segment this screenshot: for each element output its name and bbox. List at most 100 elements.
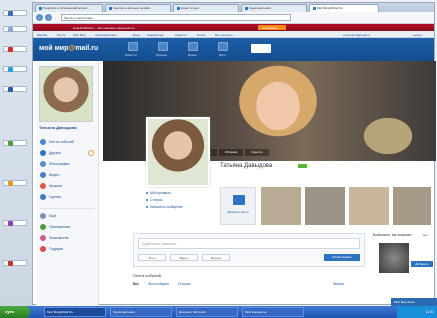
logout-link[interactable]: выход <box>413 33 422 37</box>
sidebar-avatar[interactable] <box>39 66 93 122</box>
portal-link[interactable]: Все проекты <box>215 33 233 37</box>
cover-delete-button[interactable]: Удалить <box>245 149 269 156</box>
tab-bar: Подписки и облагающий вопрос… Смотреть ф… <box>33 3 434 12</box>
profile-link[interactable]: Статусы <box>146 198 216 205</box>
notification-badge <box>88 150 94 156</box>
attach-photo-button[interactable]: Фото <box>138 254 166 261</box>
computer-icon <box>8 11 13 16</box>
see-all-link[interactable]: все <box>423 233 428 237</box>
header-nav-label: Фото <box>219 53 226 57</box>
desktop-icon[interactable] <box>3 26 27 32</box>
sidebar-item-friends[interactable]: Друзья <box>39 149 96 158</box>
desktop-icon[interactable] <box>3 260 27 266</box>
portal-link[interactable]: Mail.Ru <box>37 33 47 37</box>
desktop-icon[interactable] <box>3 66 27 72</box>
newsfeed-icon <box>40 139 46 145</box>
sidebar-item-newsfeed[interactable]: Лента событий <box>39 138 96 147</box>
promo-bar: Новый Mail.Ru — все письма в одном месте… <box>33 24 434 31</box>
photo-icon[interactable] <box>218 42 228 51</box>
sidebar-item-dating[interactable]: Знакомства <box>39 234 96 243</box>
skype-icon <box>8 67 13 72</box>
sidebar-user-name[interactable]: Татьяна Давыдова <box>39 125 97 130</box>
favicon-icon <box>313 6 316 10</box>
profile-link[interactable]: Написать сообщение <box>146 205 216 212</box>
browser-tab[interactable]: Подписки и облагающий вопрос… <box>35 4 103 12</box>
post-input[interactable]: Поделитесь новостью… <box>138 238 360 249</box>
address-bar: ‹ › http://my.mail.ru/mail/… <box>33 12 434 24</box>
user-email[interactable]: t.davydova@mail.ru <box>343 33 370 37</box>
taskbar: пуск Мой Мир@Mail.Ru… Одноклассники… Док… <box>0 306 437 318</box>
suggested-person-avatar[interactable] <box>379 243 409 273</box>
chat-agent-bar[interactable]: Мой Мир Агент <box>391 298 437 306</box>
attach-video-button[interactable]: Видео <box>170 254 198 261</box>
taskbar-item[interactable]: Одноклассники… <box>110 307 172 317</box>
back-button[interactable]: ‹ <box>36 14 43 21</box>
taskbar-item[interactable]: Документ Microsoft… <box>176 307 238 317</box>
dating-icon <box>40 235 46 241</box>
tab-all[interactable]: Все <box>133 282 139 286</box>
news-icon[interactable] <box>128 42 138 51</box>
music-icon[interactable] <box>158 42 168 51</box>
favicon-icon <box>245 6 248 10</box>
photo-thumbnail[interactable] <box>305 187 345 225</box>
start-button[interactable]: пуск <box>0 306 30 318</box>
cover-edit-button[interactable]: Обложка <box>219 149 243 156</box>
sidebar-item-video[interactable]: Видео <box>39 171 96 180</box>
sidebar-item-music[interactable]: Музыка <box>39 182 96 191</box>
url-input[interactable]: http://my.mail.ru/mail/… <box>61 14 291 21</box>
taskbar-item[interactable]: Мой Мир@Mail.Ru… <box>44 307 106 317</box>
portal-link[interactable]: Знакомства <box>147 33 163 37</box>
desktop-icons-strip <box>0 0 34 306</box>
sidebar-item-groups[interactable]: Группы <box>39 193 96 202</box>
browser-tab[interactable]: Одноклассники… <box>241 4 307 12</box>
sidebar-item-more[interactable]: Ещё <box>39 212 96 221</box>
portal-link[interactable]: Игры <box>133 33 140 37</box>
profile-link[interactable]: Мой профиль <box>146 191 216 198</box>
events-filter[interactable]: Фильтр <box>333 282 344 286</box>
site-header: мой мир@mail.ru Новости Музыка Видео Фот… <box>33 38 434 61</box>
post-composer: Поделитесь новостью… Фото Видео Музыка О… <box>133 233 365 267</box>
portal-link[interactable]: Одноклассники <box>95 33 116 37</box>
online-status-badge <box>298 164 307 168</box>
tab-photo-video[interactable]: Фото и Видео <box>148 282 169 286</box>
site-logo[interactable]: мой мир@mail.ru <box>39 45 98 52</box>
browser-tab-active[interactable]: Мой Мир@Mail.Ru <box>309 4 379 12</box>
header-nav-label: Музыка <box>156 53 167 57</box>
desktop-icon[interactable] <box>3 46 27 52</box>
apps-icon <box>40 224 46 230</box>
desktop-icon[interactable] <box>3 140 27 146</box>
profile-avatar[interactable] <box>146 117 210 187</box>
portal-link[interactable]: Поиск <box>197 33 205 37</box>
browser-tab[interactable]: Смотреть фильмы онлайн… <box>105 4 171 12</box>
desktop-icon[interactable] <box>3 10 27 16</box>
events-tabs: Все Фото и Видео Статусы <box>133 282 199 286</box>
browser-tab[interactable]: Новости дня… <box>173 4 239 12</box>
photo-thumbnail[interactable] <box>261 187 301 225</box>
desktop-icon[interactable] <box>3 180 27 186</box>
forward-button[interactable]: › <box>45 14 52 21</box>
header-nav-label: Видео <box>188 53 197 57</box>
sidebar-item-photos[interactable]: Фотографии <box>39 160 96 169</box>
recycle-bin-icon <box>8 27 13 32</box>
taskbar-item[interactable]: Мой компьютер <box>242 307 304 317</box>
profile-name: Татьяна Давыдова <box>220 163 273 169</box>
tab-statuses[interactable]: Статусы <box>178 282 191 286</box>
add-friend-button[interactable]: Добавить <box>411 261 433 267</box>
header-nav-label: Новости <box>125 53 137 57</box>
sidebar-item-apps[interactable]: Приложения <box>39 223 96 232</box>
browser-window: Подписки и облагающий вопрос… Смотреть ф… <box>32 2 437 306</box>
photo-thumbnail[interactable] <box>393 187 431 225</box>
sidebar-item-gifts[interactable]: Подарки <box>39 245 96 254</box>
portal-link[interactable]: Мой Мир <box>73 33 86 37</box>
share-button[interactable] <box>251 44 271 53</box>
photo-thumbnail[interactable] <box>349 187 389 225</box>
desktop-icon[interactable] <box>3 86 27 92</box>
add-photo-button[interactable]: Добавить фото <box>220 187 256 225</box>
publish-button[interactable]: Опубликовать <box>324 254 360 261</box>
video-icon[interactable] <box>188 42 198 51</box>
desktop-icon[interactable] <box>3 220 27 226</box>
portal-link[interactable]: Почта <box>57 33 65 37</box>
portal-link[interactable]: Новости <box>175 33 187 37</box>
favicon-icon <box>177 6 180 10</box>
attach-music-button[interactable]: Музыка <box>202 254 230 261</box>
